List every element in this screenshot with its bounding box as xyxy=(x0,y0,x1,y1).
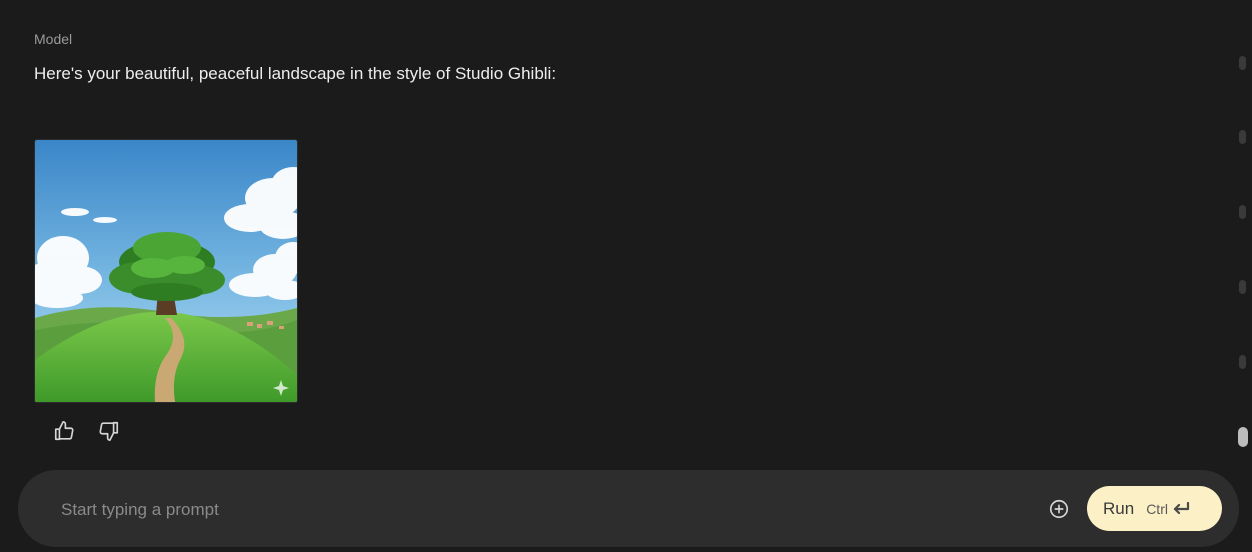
conversation-scroll-track[interactable] xyxy=(1237,40,1247,460)
generated-landscape-image[interactable] xyxy=(34,139,298,403)
scroll-marker xyxy=(1239,130,1246,144)
scroll-marker xyxy=(1239,355,1246,369)
run-button[interactable]: Run Ctrl xyxy=(1087,486,1222,531)
thumbs-up-button[interactable] xyxy=(52,419,76,443)
thumbs-down-icon xyxy=(99,421,119,441)
scroll-marker xyxy=(1239,205,1246,219)
model-response-text: Here's your beautiful, peaceful landscap… xyxy=(34,64,557,83)
run-button-label: Run xyxy=(1103,498,1135,518)
scrollbar-thumb[interactable] xyxy=(1238,427,1248,447)
add-circle-icon xyxy=(1049,499,1069,519)
add-media-button[interactable] xyxy=(1047,497,1071,521)
message-role-label: Model xyxy=(34,31,73,47)
prompt-bar: Run Ctrl xyxy=(18,470,1239,547)
run-shortcut-label: Ctrl xyxy=(1146,500,1168,517)
scroll-marker xyxy=(1239,280,1246,294)
landscape-illustration xyxy=(35,140,297,402)
enter-arrow-icon xyxy=(1171,501,1191,517)
thumbs-up-icon xyxy=(54,421,74,441)
prompt-input[interactable] xyxy=(59,494,1023,526)
thumbs-down-button[interactable] xyxy=(97,419,121,443)
scroll-marker xyxy=(1239,56,1246,70)
